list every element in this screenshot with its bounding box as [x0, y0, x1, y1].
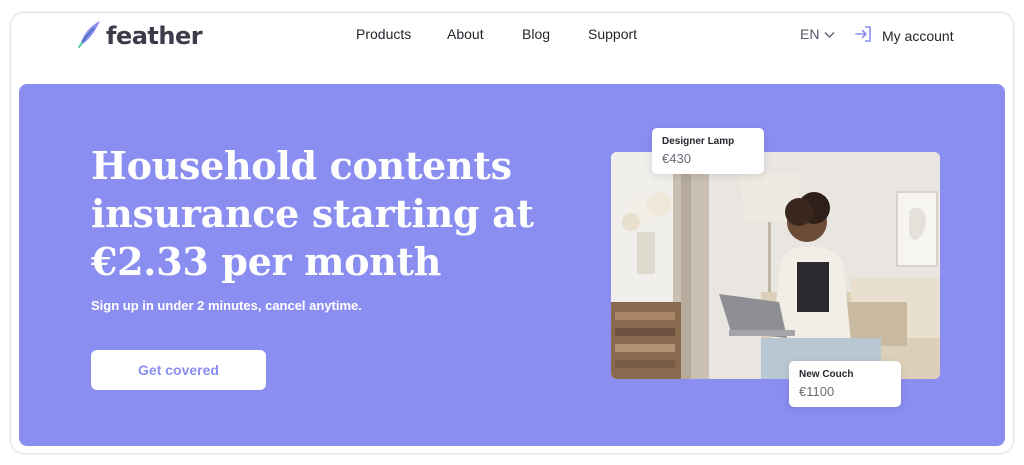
- headline-line-2: insurance starting at: [91, 191, 534, 236]
- hero-photo: [611, 152, 940, 379]
- price-tag-couch: New Couch €1100: [789, 361, 901, 407]
- language-selector[interactable]: EN: [800, 26, 835, 42]
- couch-price: €1100: [799, 384, 835, 399]
- language-label: EN: [800, 26, 820, 42]
- chevron-down-icon: [824, 26, 835, 42]
- lamp-name: Designer Lamp: [662, 136, 735, 147]
- my-account-label: My account: [882, 27, 954, 44]
- my-account-link[interactable]: My account: [854, 24, 954, 47]
- get-covered-button[interactable]: Get covered: [91, 350, 266, 390]
- headline-line-3: €2.33 per month: [91, 239, 442, 284]
- lamp-price: €430: [662, 151, 691, 166]
- hero-subline: Sign up in under 2 minutes, cancel anyti…: [91, 298, 362, 313]
- site-header: feather Products About Blog Support EN M…: [0, 0, 1024, 72]
- nav-blog[interactable]: Blog: [522, 26, 550, 42]
- nav-products[interactable]: Products: [356, 26, 411, 42]
- nav-about[interactable]: About: [447, 26, 484, 42]
- sign-in-icon: [854, 24, 874, 47]
- headline-line-1: Household contents: [91, 143, 512, 188]
- couch-name: New Couch: [799, 369, 854, 380]
- nav-support[interactable]: Support: [588, 26, 637, 42]
- hero-headline: Household contents insurance starting at…: [91, 142, 571, 286]
- price-tag-lamp: Designer Lamp €430: [652, 128, 764, 174]
